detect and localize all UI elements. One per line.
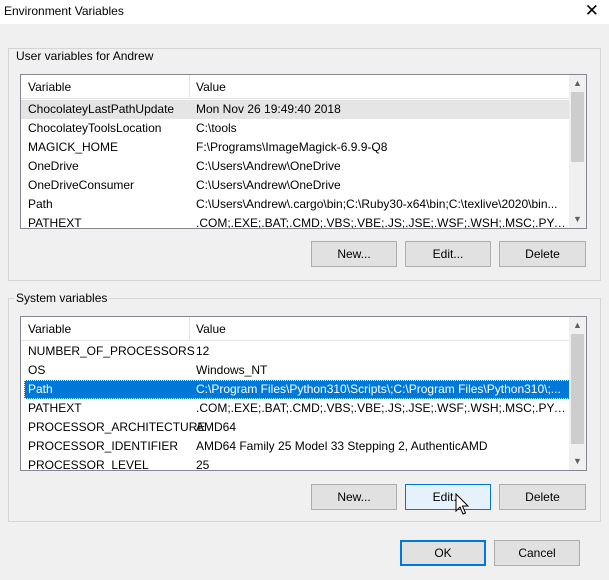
list-header: Variable Value <box>21 75 586 99</box>
scrollbar-thumb[interactable] <box>571 92 584 162</box>
variable-value: C:\tools <box>196 121 237 135</box>
list-item[interactable]: PROCESSOR_ARCHITECTURE AMD64 <box>21 418 570 437</box>
variable-name: MAGICK_HOME <box>28 140 119 154</box>
variable-value: .COM;.EXE;.BAT;.CMD;.VBS;.VBE;.JS;.JSE;.… <box>196 401 568 415</box>
column-divider[interactable] <box>189 75 190 99</box>
system-delete-button[interactable]: Delete <box>499 484 586 510</box>
list-item[interactable]: OneDriveConsumer C:\Users\Andrew\OneDriv… <box>21 176 570 195</box>
user-edit-button[interactable]: Edit... <box>405 241 491 267</box>
vertical-scrollbar[interactable]: ▲ ▼ <box>569 317 586 470</box>
variable-name: PATHEXT <box>28 216 82 229</box>
user-variables-list[interactable]: Variable Value ChocolateyLastPathUpdate … <box>20 74 587 229</box>
list-item[interactable]: PATHEXT .COM;.EXE;.BAT;.CMD;.VBS;.VBE;.J… <box>21 399 570 418</box>
variable-value: C:\Users\Andrew\OneDrive <box>196 178 341 192</box>
variable-name: NUMBER_OF_PROCESSORS <box>28 344 195 358</box>
list-item[interactable]: PATHEXT .COM;.EXE;.BAT;.CMD;.VBS;.VBE;.J… <box>21 214 570 229</box>
window-title: Environment Variables <box>4 4 124 18</box>
list-item[interactable]: ChocolateyToolsLocation C:\tools <box>21 119 570 138</box>
variable-name: Path <box>28 382 53 396</box>
vertical-scrollbar[interactable]: ▲ ▼ <box>569 75 586 228</box>
cancel-button[interactable]: Cancel <box>494 540 580 566</box>
list-header: Variable Value <box>21 317 586 341</box>
variable-name: OS <box>28 363 46 377</box>
list-item[interactable]: PROCESSOR_LEVEL 25 <box>21 456 570 471</box>
ok-button[interactable]: OK <box>400 540 486 566</box>
scrollbar-thumb[interactable] <box>571 334 584 444</box>
variable-name: PROCESSOR_ARCHITECTURE <box>28 420 206 434</box>
variable-value: 12 <box>196 344 210 358</box>
title-bar: Environment Variables ✕ <box>0 0 609 24</box>
value-column-header[interactable]: Value <box>196 322 226 336</box>
variable-name: PROCESSOR_LEVEL <box>28 458 149 471</box>
scroll-up-icon[interactable]: ▲ <box>569 75 586 92</box>
list-item[interactable]: PROCESSOR_IDENTIFIER AMD64 Family 25 Mod… <box>21 437 570 456</box>
variable-name: PATHEXT <box>28 401 82 415</box>
variable-value: C:\Users\Andrew\.cargo\bin;C:\Ruby30-x64… <box>196 197 558 211</box>
system-new-button[interactable]: New... <box>311 484 397 510</box>
variable-value: F:\Programs\ImageMagick-6.9.9-Q8 <box>196 140 388 154</box>
variable-value: 25 <box>196 458 210 471</box>
list-item[interactable]: MAGICK_HOME F:\Programs\ImageMagick-6.9.… <box>21 138 570 157</box>
variable-name: OneDriveConsumer <box>28 178 135 192</box>
variable-column-header[interactable]: Variable <box>28 322 71 336</box>
close-icon[interactable]: ✕ <box>585 0 599 22</box>
list-item[interactable]: ChocolateyLastPathUpdate Mon Nov 26 19:4… <box>21 100 570 119</box>
variable-value: Windows_NT <box>196 363 268 377</box>
system-variables-list[interactable]: Variable Value NUMBER_OF_PROCESSORS 12 O… <box>20 316 587 471</box>
user-delete-button[interactable]: Delete <box>499 241 586 267</box>
column-divider[interactable] <box>189 317 190 341</box>
variable-value: .COM;.EXE;.BAT;.CMD;.VBS;.VBE;.JS;.JSE;.… <box>196 216 568 229</box>
system-edit-button[interactable]: Edit... <box>405 484 491 510</box>
mouse-cursor-icon <box>455 493 470 515</box>
list-item[interactable]: Path C:\Users\Andrew\.cargo\bin;C:\Ruby3… <box>21 195 570 214</box>
variable-value: C:\Users\Andrew\OneDrive <box>196 159 341 173</box>
variable-name: ChocolateyLastPathUpdate <box>28 102 175 116</box>
variable-name: Path <box>28 197 53 211</box>
variable-value: AMD64 Family 25 Model 33 Stepping 2, Aut… <box>196 439 488 453</box>
list-item[interactable]: OS Windows_NT <box>21 361 570 380</box>
variable-value: AMD64 <box>196 420 237 434</box>
variable-name: ChocolateyToolsLocation <box>28 121 162 135</box>
user-new-button[interactable]: New... <box>311 241 397 267</box>
scroll-down-icon[interactable]: ▼ <box>569 453 586 470</box>
system-variables-label: System variables <box>14 291 110 305</box>
scroll-down-icon[interactable]: ▼ <box>569 211 586 228</box>
variable-value: C:\Program Files\Python310\Scripts\;C:\P… <box>196 382 561 396</box>
scroll-up-icon[interactable]: ▲ <box>569 317 586 334</box>
list-item-selected[interactable]: Path C:\Program Files\Python310\Scripts\… <box>24 380 570 399</box>
variable-value: Mon Nov 26 19:49:40 2018 <box>196 102 341 116</box>
list-item[interactable]: OneDrive C:\Users\Andrew\OneDrive <box>21 157 570 176</box>
value-column-header[interactable]: Value <box>196 80 226 94</box>
variable-name: PROCESSOR_IDENTIFIER <box>28 439 179 453</box>
list-item[interactable]: NUMBER_OF_PROCESSORS 12 <box>21 342 570 361</box>
variable-column-header[interactable]: Variable <box>28 80 71 94</box>
variable-name: OneDrive <box>28 159 79 173</box>
user-variables-label: User variables for Andrew <box>14 49 156 63</box>
